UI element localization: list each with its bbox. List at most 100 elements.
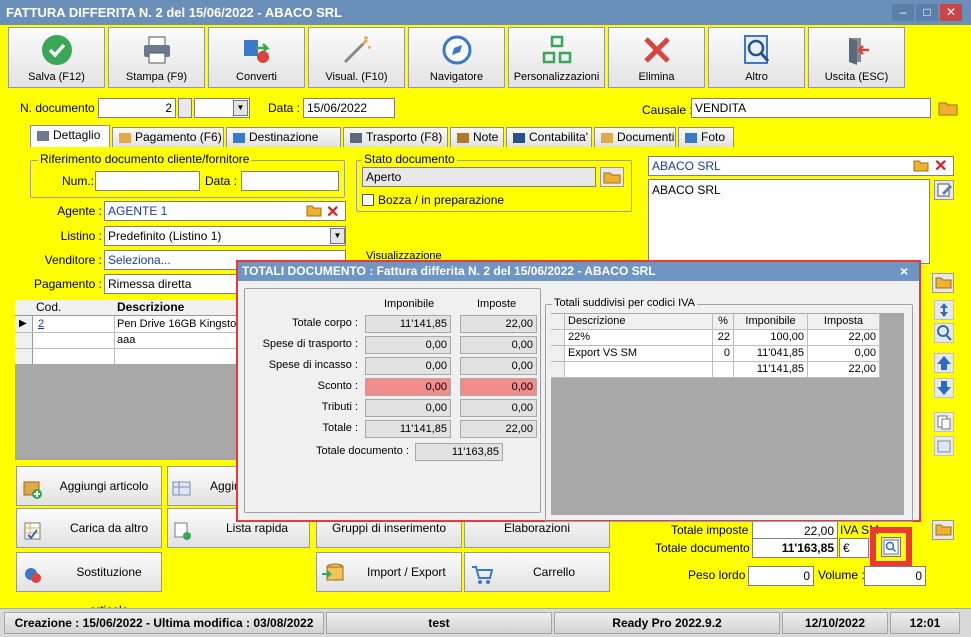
tab-0[interactable]: Dettaglio (F5) [30, 125, 110, 161]
folder-icon[interactable] [938, 100, 958, 116]
dialog-row-imponibile: 0,00 [365, 336, 451, 354]
paste-icon[interactable] [933, 435, 955, 457]
tab-4[interactable]: Note [450, 127, 504, 147]
folder-icon[interactable] [932, 520, 954, 540]
toolbar-button-8[interactable]: Uscita (ESC) [808, 27, 905, 88]
totale-documento-label: Totale documento : [655, 541, 757, 555]
toolbar-button-5[interactable]: Personalizzazioni [508, 27, 605, 88]
volume-input[interactable]: 0 [864, 566, 926, 586]
shopping-cart-icon [471, 562, 494, 584]
rif-data-input[interactable] [241, 171, 339, 191]
chevron-down-icon[interactable]: ▼ [330, 228, 345, 244]
maximize-button[interactable]: □ [916, 4, 938, 21]
search-icon[interactable] [933, 322, 955, 344]
grid-customize-icon [541, 34, 573, 66]
tab-2[interactable]: Destinazione (F7) [226, 127, 341, 163]
volume-label: Volume : [818, 568, 865, 582]
toolbar-button-6[interactable]: Elimina [608, 27, 705, 88]
edit-address-icon[interactable] [934, 180, 954, 200]
toolbar-button-4[interactable]: Navigatore [408, 27, 505, 88]
peso-lordo-input[interactable]: 0 [748, 566, 814, 586]
totdoc-label: Totale documento : [316, 445, 409, 457]
iva-cell: 0,00 [808, 346, 880, 362]
causale-input[interactable]: VENDITA [691, 98, 931, 118]
table-add-icon [172, 476, 192, 496]
causale-label: Causale : [642, 103, 693, 117]
bozza-label: Bozza / in preparazione [378, 193, 505, 207]
iva-cell: 22 [713, 330, 734, 346]
ndoc-suffix-input[interactable] [178, 98, 192, 118]
dialog-row-label: Spese di trasporto : [262, 338, 358, 350]
data-input[interactable]: 15/06/2022 [303, 98, 395, 118]
iva-header-cell: Descrizione [565, 314, 713, 330]
tab-label: Trasporto (F8) [366, 130, 443, 144]
status-date: 12/10/2022 [782, 612, 888, 634]
toolbar-button-1[interactable]: Stampa (F9) [108, 27, 205, 88]
minimize-button[interactable]: – [892, 4, 914, 21]
aggiungi-secondary-button[interactable]: Aggiu [167, 466, 241, 506]
tab-icon [349, 131, 363, 143]
aggiungi-articolo-button[interactable]: Aggiungi articolo (F4) [16, 466, 162, 531]
tab-7[interactable]: Foto [678, 127, 734, 147]
agente-label: Agente : [57, 204, 102, 218]
close-window-button[interactable]: ✕ [940, 4, 962, 21]
row-cod-link[interactable]: 2 [38, 318, 44, 330]
ndoc-input[interactable]: 2 [98, 98, 176, 118]
col-imponibile-header: Imponibile [384, 298, 435, 310]
toolbar-button-7[interactable]: Altro [708, 27, 805, 88]
tab-label: Pagamento (F6) [135, 130, 222, 144]
dialog-close-icon[interactable]: × [900, 262, 908, 280]
toolbar-button-3[interactable]: Visual. (F10) [308, 27, 405, 88]
iva-row-selector [551, 362, 565, 378]
totals-detail-button[interactable] [881, 537, 901, 557]
cliente-input[interactable]: ABACO SRL [648, 156, 954, 176]
dialog-row-imposte: 22,00 [460, 315, 537, 333]
tab-label: Contabilita' [529, 130, 588, 144]
sostituzione-articolo-button[interactable]: Sostituzione articolo [16, 552, 162, 617]
tab-label: Foto [701, 130, 726, 144]
peso-lordo-label: Peso lordo : [688, 568, 753, 582]
toolbar-button-label: Stampa (F9) [125, 71, 188, 83]
ndoc-series-select[interactable]: ▼ [194, 98, 250, 118]
compass-icon [441, 34, 473, 66]
carrello-button[interactable]: Carrello [464, 552, 610, 592]
folder-icon[interactable] [306, 204, 322, 220]
rif-num-input[interactable] [95, 171, 200, 191]
stato-folder-button[interactable] [600, 167, 624, 187]
iva-cell: Export VS SM [565, 346, 713, 362]
totale-documento-value: 11'163,85 [752, 538, 838, 558]
toolbar-button-label: Personalizzazioni [513, 71, 600, 83]
clear-cliente-icon[interactable]: ✕ [934, 156, 947, 176]
copy-icon[interactable] [933, 411, 955, 433]
clear-agente-icon[interactable]: ✕ [326, 202, 339, 222]
iva-cell: 22,00 [808, 362, 880, 378]
bozza-checkbox[interactable] [362, 194, 374, 206]
import-export-label: Import / Export [367, 565, 446, 579]
iva-row-selector [551, 330, 565, 346]
dialog-row-label: Sconto : [317, 380, 358, 392]
stato-title: Stato documento [362, 152, 457, 166]
swap-arrows-icon[interactable] [933, 299, 955, 321]
carica-altro-doc-button[interactable]: Carica da altro doc. [16, 508, 162, 573]
tab-3[interactable]: Trasporto (F8) [343, 127, 448, 147]
arrow-down-icon[interactable] [933, 377, 955, 399]
listino-select[interactable]: Predefinito (Listino 1) [104, 226, 346, 246]
magnifier-icon [741, 34, 773, 66]
arrow-up-icon[interactable] [933, 352, 955, 374]
stato-input[interactable]: Aperto [362, 167, 596, 187]
folder-icon[interactable] [913, 159, 929, 175]
dialog-row-imposte: 22,00 [460, 420, 537, 438]
carrello-label: Carrello [533, 565, 576, 579]
folder-icon[interactable] [932, 273, 954, 293]
toolbar-button-0[interactable]: Salva (F12) [8, 27, 105, 88]
tab-icon [232, 131, 246, 143]
tab-icon [600, 131, 614, 143]
tab-5[interactable]: Contabilita' [506, 127, 592, 147]
tab-1[interactable]: Pagamento (F6) [112, 127, 224, 147]
cliente-address: ABACO SRL [648, 179, 930, 264]
import-export-button[interactable]: Import / Export [316, 552, 462, 592]
tab-6[interactable]: Documenti [594, 127, 676, 147]
dialog-row-label: Tributi : [321, 401, 358, 413]
venditore-label: Venditore : [44, 253, 102, 267]
toolbar-button-2[interactable]: Converti [208, 27, 305, 88]
